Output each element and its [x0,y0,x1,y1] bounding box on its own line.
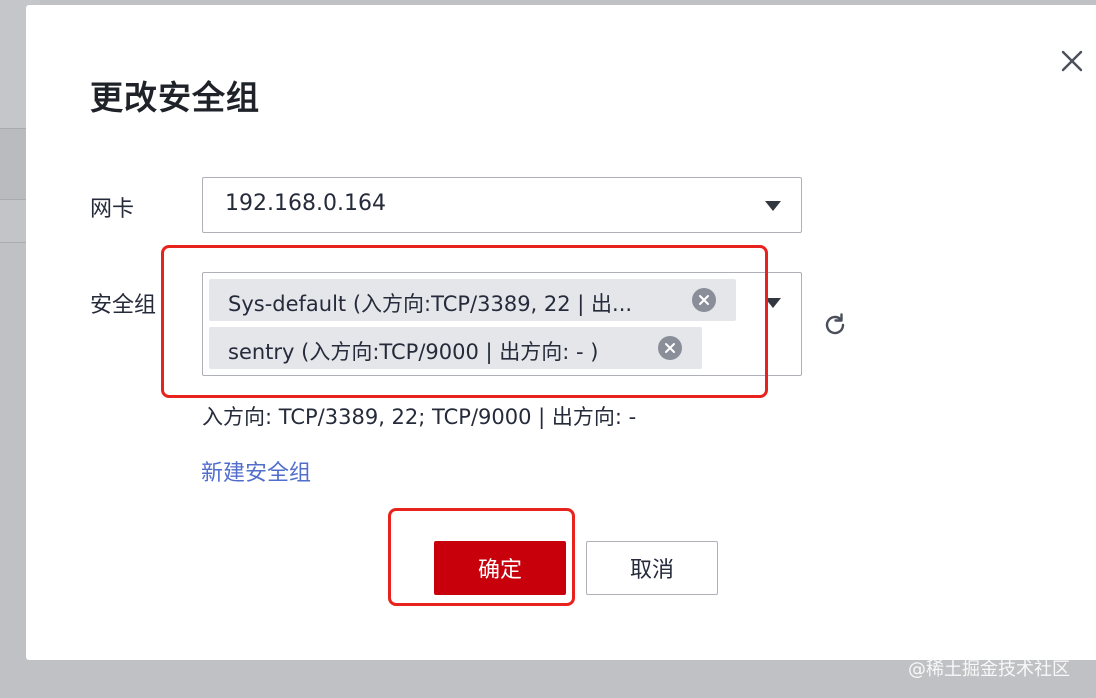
remove-tag-icon[interactable] [658,336,682,360]
nic-select-value: 192.168.0.164 [225,191,386,216]
security-rules-summary: 入方向: TCP/3389, 22; TCP/9000 | 出方向: - [202,405,637,429]
confirm-button[interactable]: 确定 [434,541,566,595]
refresh-icon[interactable] [822,312,848,338]
create-security-group-link[interactable]: 新建安全组 [201,455,311,487]
security-group-label: 安全组 [90,293,157,318]
nic-label: 网卡 [90,197,135,222]
cancel-button[interactable]: 取消 [586,541,718,595]
remove-tag-icon[interactable] [692,288,716,312]
nic-select[interactable]: 192.168.0.164 [202,177,802,233]
close-icon[interactable] [1060,49,1084,73]
security-group-tag-label: Sys-default (入方向:TCP/3389, 22 | 出... [228,292,633,316]
watermark-text: @稀土掘金技术社区 [908,659,1070,680]
dialog-title: 更改安全组 [90,78,260,117]
close-button[interactable] [1056,45,1088,77]
caret-down-icon [765,201,781,211]
change-security-group-dialog: 更改安全组 网卡 192.168.0.164 安全组 Sys-default (… [26,5,1096,660]
security-group-tag: sentry (入方向:TCP/9000 | 出方向: - ) [209,327,702,369]
caret-down-icon [765,298,781,308]
security-group-multiselect[interactable]: Sys-default (入方向:TCP/3389, 22 | 出... sen… [202,272,802,376]
refresh-button[interactable] [820,310,850,340]
security-group-tag-label: sentry (入方向:TCP/9000 | 出方向: - ) [228,340,599,364]
security-group-tag: Sys-default (入方向:TCP/3389, 22 | 出... [209,279,736,321]
